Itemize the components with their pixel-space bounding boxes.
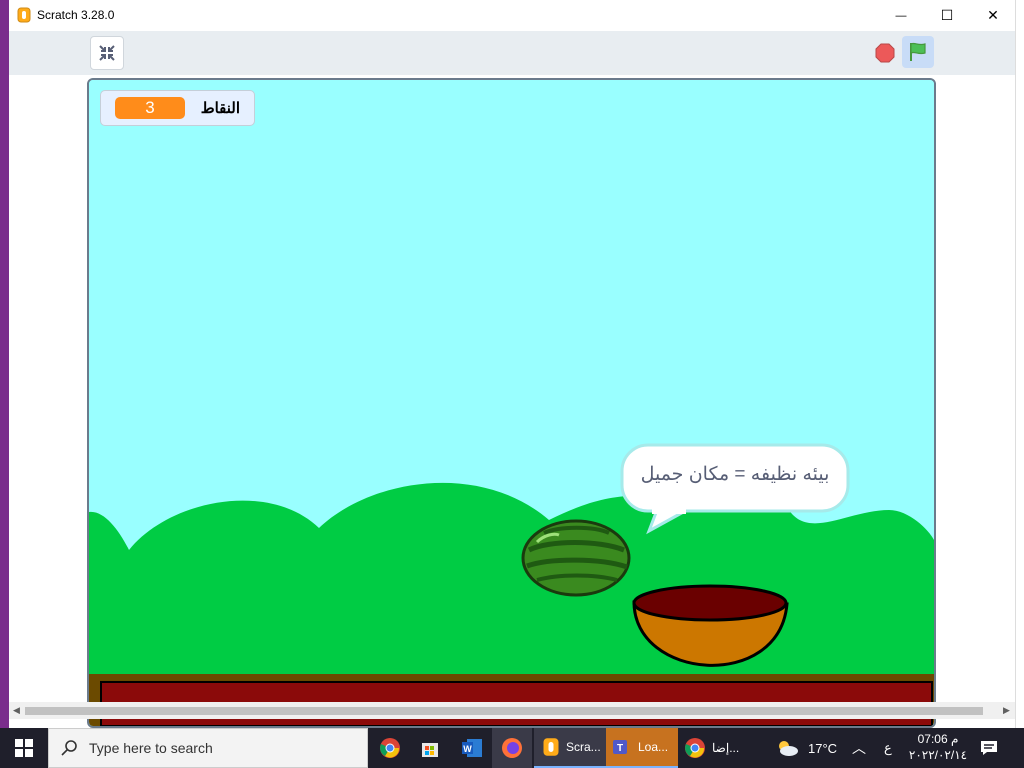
word-icon: W — [462, 739, 482, 757]
language-label: ع — [884, 740, 892, 755]
weather-temp: 17°C — [808, 740, 838, 756]
teams-taskbar-label: Loa... — [638, 740, 669, 754]
minimize-icon: — — [895, 9, 907, 22]
scroll-right-icon[interactable]: ▶ — [1003, 705, 1010, 716]
title-bar: Scratch 3.28.0 — ☐ ✕ — [9, 0, 1015, 31]
svg-text:T: T — [617, 743, 623, 754]
stop-icon[interactable] — [875, 43, 895, 63]
chrome-icon — [380, 738, 400, 758]
scratch-window: Scratch 3.28.0 — ☐ ✕ النقاط 3 بيئه نظيفه… — [9, 0, 1015, 728]
horizontal-scrollbar[interactable]: ◀ ▶ — [9, 702, 1015, 719]
clock-date: ٢٠٢٢/٠٢/١٤ — [908, 748, 968, 762]
taskbar-clock[interactable]: 07:06 م ٢٠٢٢/٠٢/١٤ — [908, 731, 968, 763]
teams-icon: T — [613, 740, 627, 754]
scroll-left-icon[interactable]: ◀ — [13, 705, 20, 716]
chrome-2-icon — [685, 738, 705, 758]
tray-overflow-button[interactable]: ︿ — [852, 728, 866, 768]
stage-toolbar — [9, 31, 1015, 75]
chevron-up-icon: ︿ — [852, 740, 866, 756]
search-placeholder: Type here to search — [89, 740, 213, 756]
weather-cloud-icon — [779, 741, 798, 756]
stage[interactable]: النقاط 3 بيئه نظيفه = مكان جميل — [87, 78, 936, 728]
store-taskbar-button[interactable] — [410, 728, 450, 768]
maximize-icon: ☐ — [940, 7, 954, 23]
unfullscreen-icon — [99, 45, 115, 61]
scratch-app-icon — [17, 7, 31, 23]
score-value: 3 — [115, 97, 185, 119]
scrollbar-thumb[interactable] — [25, 707, 983, 715]
language-indicator[interactable]: ع — [884, 728, 892, 768]
watermelon-sprite — [521, 519, 631, 597]
weather-widget[interactable]: 17°C — [774, 728, 837, 768]
taskbar: Type here to search W Scra... T Loa... إ… — [0, 728, 1024, 768]
scratch-taskbar-button[interactable]: Scra... — [534, 728, 606, 768]
windows-icon — [15, 739, 33, 757]
start-button[interactable] — [0, 728, 48, 768]
background-window-edge — [1015, 0, 1024, 728]
teams-taskbar-button[interactable]: T Loa... — [606, 728, 678, 768]
unfullscreen-button[interactable] — [90, 36, 124, 70]
stage-backdrop — [89, 80, 934, 726]
scratch-taskbar-label: Scra... — [566, 740, 601, 754]
green-flag-icon — [910, 42, 926, 61]
minimize-button[interactable]: — — [878, 0, 924, 31]
word-taskbar-button[interactable]: W — [452, 728, 492, 768]
taskbar-search[interactable]: Type here to search — [48, 728, 368, 768]
window-title: Scratch 3.28.0 — [37, 8, 115, 22]
notification-icon — [981, 741, 997, 755]
svg-text:W: W — [463, 744, 472, 754]
chrome-2-taskbar-button[interactable]: إضا... — [678, 728, 750, 768]
clock-time: 07:06 م — [917, 732, 959, 746]
scratch-icon — [543, 738, 559, 756]
store-icon — [422, 743, 438, 757]
score-monitor[interactable]: النقاط 3 — [100, 90, 255, 126]
firefox-icon — [502, 738, 522, 758]
chrome-taskbar-button[interactable] — [370, 728, 410, 768]
score-label: النقاط — [200, 100, 240, 117]
firefox-taskbar-button[interactable] — [492, 728, 532, 768]
notifications-button[interactable] — [980, 728, 998, 768]
search-icon — [61, 740, 77, 756]
speech-bubble-text: بيئه نظيفه = مكان جميل — [640, 464, 830, 485]
maximize-button[interactable]: ☐ — [924, 0, 970, 31]
green-flag-button[interactable] — [902, 36, 934, 68]
close-icon: ✕ — [987, 7, 999, 23]
close-button[interactable]: ✕ — [970, 0, 1015, 31]
chrome-2-taskbar-label: إضا... — [712, 741, 740, 755]
